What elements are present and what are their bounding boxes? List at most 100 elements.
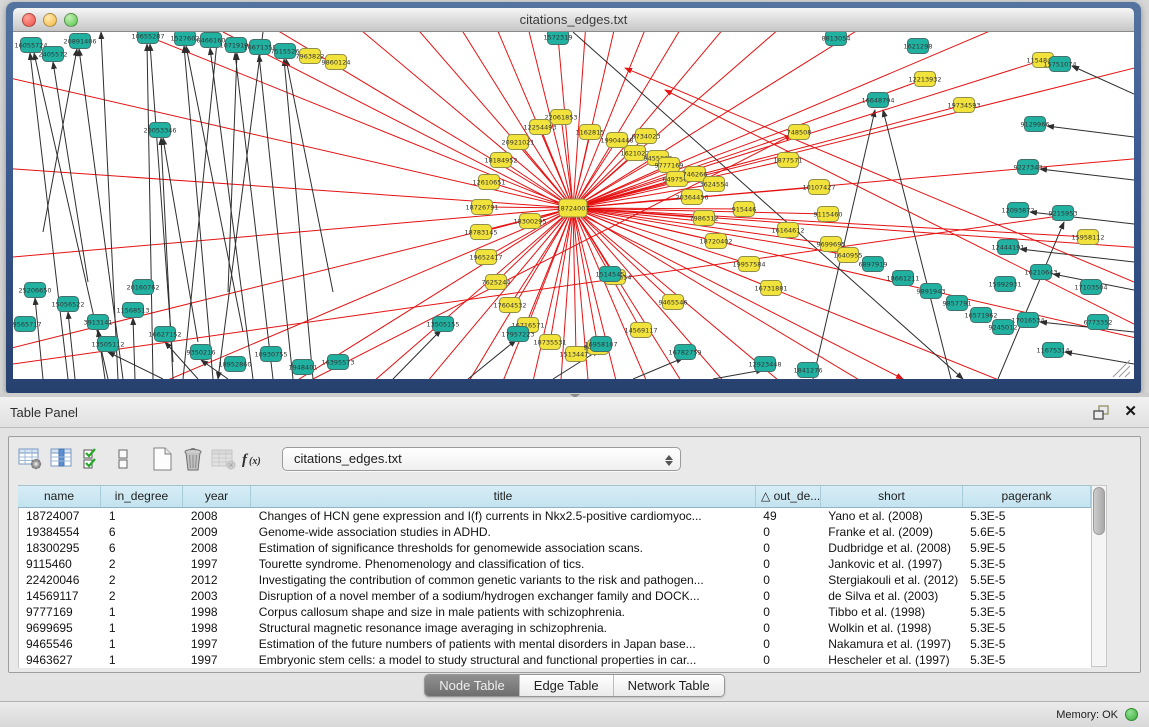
table-cell[interactable]: 9699695	[19, 620, 102, 636]
graph-node[interactable]: 17604532	[493, 298, 526, 313]
graph-node[interactable]: 9245012	[989, 320, 1018, 335]
table-cell[interactable]: 1997	[184, 636, 252, 652]
table-cell[interactable]: Yano et al. (2008)	[821, 508, 963, 524]
zoom-window-icon[interactable]	[64, 13, 78, 27]
table-cell[interactable]: 0	[756, 604, 821, 620]
table-cell[interactable]: Tourette syndrome. Phenomenology and cla…	[252, 556, 757, 572]
graph-node[interactable]: 1841276	[794, 363, 823, 378]
table-cell[interactable]: 2008	[184, 508, 252, 524]
table-cell[interactable]: 9777169	[19, 604, 102, 620]
graph-node[interactable]: 915446	[732, 202, 757, 217]
graph-node[interactable]: 9350216	[187, 345, 216, 360]
table-cell[interactable]: 0	[756, 572, 821, 588]
graph-node[interactable]: 19652417	[469, 250, 502, 265]
column-header-year[interactable]: year	[183, 486, 251, 507]
table-cell[interactable]: Jankovic et al. (1997)	[821, 556, 963, 572]
table-cell[interactable]: 2	[102, 572, 184, 588]
graph-node[interactable]: 9891943	[917, 284, 946, 299]
network-canvas[interactable]: 1162815199044486734023162102294553229777…	[13, 32, 1134, 379]
graph-node[interactable]: 6897919	[859, 257, 888, 272]
graph-node[interactable]: 3913141	[84, 315, 113, 330]
minimize-window-icon[interactable]	[43, 13, 57, 27]
table-cell[interactable]: 0	[756, 556, 821, 572]
memory-status-indicator[interactable]	[1125, 708, 1138, 721]
table-cell[interactable]: Stergiakouli et al. (2012)	[821, 572, 963, 588]
graph-node[interactable]: 15056522	[51, 297, 84, 312]
table-row[interactable]: 1830029562008Estimation of significance …	[19, 540, 1091, 556]
tab-node-table[interactable]: Node Table	[425, 675, 519, 696]
table-cell[interactable]: Tibbo et al. (1998)	[821, 604, 963, 620]
table-cell[interactable]: 1	[102, 508, 184, 524]
table-cell[interactable]: 5.3E-5	[963, 508, 1091, 524]
table-cell[interactable]: Genome-wide association studies in ADHD.	[252, 524, 757, 540]
graph-node[interactable]: 9129966	[1021, 117, 1050, 132]
table-cell[interactable]: 2	[102, 556, 184, 572]
graph-node[interactable]: 10655287	[131, 32, 164, 44]
table-mode-icon[interactable]	[107, 444, 138, 474]
graph-node[interactable]: 8813054	[822, 32, 851, 46]
graph-node[interactable]: 16571962	[964, 308, 997, 323]
table-cell[interactable]: Nakamura et al. (1997)	[821, 636, 963, 652]
table-cell[interactable]: 5.6E-5	[963, 524, 1091, 540]
graph-node[interactable]: 18952860	[218, 357, 251, 372]
table-cell[interactable]: Disruption of a novel member of a sodium…	[252, 588, 757, 604]
graph-node[interactable]: 9227343	[1014, 160, 1043, 175]
graph-node[interactable]: 9215953	[1049, 206, 1078, 221]
table-cell[interactable]: Investigating the contribution of common…	[252, 572, 757, 588]
table-row[interactable]: 969969511998Structural magnetic resonanc…	[19, 620, 1091, 636]
table-cell[interactable]: 1997	[184, 652, 252, 668]
function-builder-icon[interactable]: f (x)	[239, 444, 270, 474]
table-cell[interactable]: 5.3E-5	[963, 588, 1091, 604]
delete-table-icon[interactable]	[208, 444, 239, 474]
table-cell[interactable]: 1998	[184, 620, 252, 636]
graph-node[interactable]: 15992931	[988, 277, 1021, 292]
table-scrollbar[interactable]	[1091, 485, 1107, 667]
graph-node[interactable]: 16164612	[771, 223, 804, 238]
table-row[interactable]: 2242004622012Investigating the contribut…	[19, 572, 1091, 588]
table-row[interactable]: 1938455462009Genome-wide association stu…	[19, 524, 1091, 540]
graph-node[interactable]: 10930755	[254, 347, 287, 362]
graph-node[interactable]: 7986312	[690, 211, 719, 226]
network-canvas-svg[interactable]: 1162815199044486734023162102294553229777…	[13, 32, 1134, 379]
graph-node[interactable]: 12610651	[472, 175, 505, 190]
graph-node[interactable]: 18661211	[886, 271, 919, 286]
table-cell[interactable]: 5.3E-5	[963, 604, 1091, 620]
trash-icon[interactable]	[177, 444, 208, 474]
graph-node[interactable]: 18720402	[699, 234, 732, 249]
table-cell[interactable]: 5.5E-5	[963, 572, 1091, 588]
table-row[interactable]: 1456911722003Disruption of a novel membe…	[19, 588, 1091, 604]
table-cell[interactable]: 0	[756, 588, 821, 604]
column-header-in_degree[interactable]: in_degree	[101, 486, 183, 507]
table-cell[interactable]: 0	[756, 540, 821, 556]
graph-node[interactable]: 9115460	[814, 207, 843, 222]
table-cell[interactable]: 18724007	[19, 508, 102, 524]
table-selector-dropdown[interactable]: citations_edges.txt	[282, 447, 681, 471]
graph-node[interactable]: 18783145	[464, 225, 497, 240]
new-document-icon[interactable]	[146, 444, 177, 474]
graph-node[interactable]: 11675314	[1036, 343, 1069, 358]
table-settings-icon[interactable]	[14, 444, 45, 474]
graph-node[interactable]: 16782759	[668, 345, 701, 360]
table-cell[interactable]: Structural magnetic resonance image aver…	[252, 620, 757, 636]
table-cell[interactable]: 6	[102, 540, 184, 556]
table-cell[interactable]: 1998	[184, 604, 252, 620]
graph-node[interactable]: 20891406	[63, 34, 96, 49]
table-cell[interactable]: 2003	[184, 588, 252, 604]
table-cell[interactable]: 9463627	[19, 652, 102, 668]
graph-node[interactable]: 1527602	[171, 32, 200, 46]
tab-network-table[interactable]: Network Table	[613, 675, 724, 696]
table-cell[interactable]: 2	[102, 588, 184, 604]
table-cell[interactable]: Estimation of significance thresholds fo…	[252, 540, 757, 556]
graph-node[interactable]: 19957584	[732, 257, 765, 272]
graph-node[interactable]: 18184952	[484, 153, 517, 168]
table-cell[interactable]: 22420046	[19, 572, 102, 588]
graph-node[interactable]: 19734593	[947, 98, 980, 113]
graph-node[interactable]: 9777169	[655, 158, 684, 173]
table-cell[interactable]: 2012	[184, 572, 252, 588]
graph-node[interactable]: 16648794	[861, 93, 894, 108]
column-header-short[interactable]: short	[821, 486, 963, 507]
graph-node[interactable]: 9465546	[659, 295, 688, 310]
window-title-bar[interactable]: citations_edges.txt	[13, 8, 1134, 32]
table-cell[interactable]: 0	[756, 636, 821, 652]
graph-node[interactable]: 1621298	[904, 39, 933, 54]
